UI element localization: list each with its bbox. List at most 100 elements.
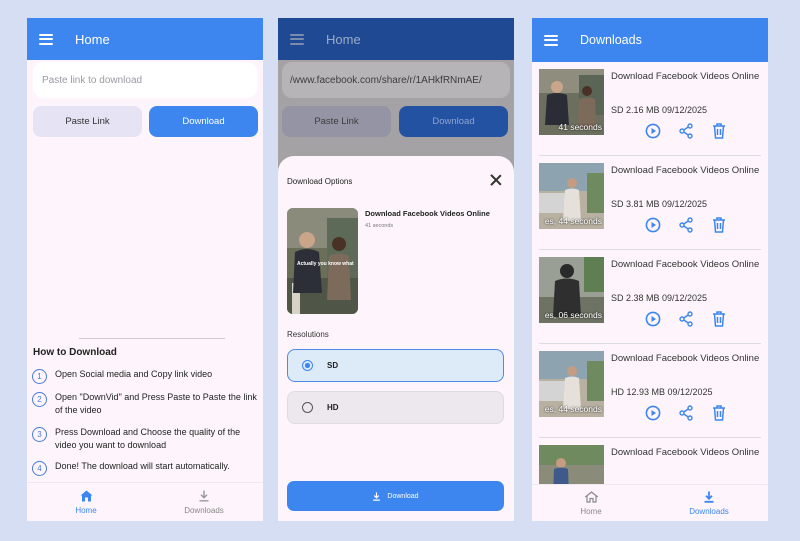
delete-icon[interactable] <box>709 309 729 329</box>
item-actions <box>643 309 742 329</box>
item-meta: SD 2.38 MB 09/12/2025 <box>611 293 708 303</box>
resolution-option-sd[interactable]: SD <box>287 349 504 382</box>
item-meta: HD 12.93 MB 09/12/2025 <box>611 387 713 397</box>
bottom-nav: Home Downloads <box>532 484 768 521</box>
app-bar: Home <box>27 18 263 60</box>
video-duration: 41 seconds <box>365 223 394 229</box>
video-thumbnail-image: Actually you know what <box>287 208 358 314</box>
video-duration: 41 seconds <box>558 122 602 132</box>
item-title: Download Facebook Videos Online <box>611 71 760 82</box>
video-thumbnail: Actually you know what <box>287 208 358 314</box>
divider <box>79 338 225 339</box>
play-icon[interactable] <box>643 121 663 141</box>
paste-link-button[interactable]: Paste Link <box>33 106 142 137</box>
howto-step: 2 Open "DownVid" and Press Paste to Past… <box>32 391 260 416</box>
howto-title: How to Download <box>33 347 117 358</box>
download-button[interactable]: Download <box>399 106 508 137</box>
menu-icon[interactable] <box>544 34 558 46</box>
download-icon <box>199 490 209 501</box>
download-options-sheet: Download Options Actually you know what … <box>278 156 514 521</box>
nav-downloads[interactable]: Downloads <box>650 485 768 521</box>
item-title: Download Facebook Videos Online <box>611 259 760 270</box>
home-icon <box>80 490 92 501</box>
video-duration: es, 44 seconds <box>544 216 602 226</box>
item-title: Download Facebook Videos Online <box>611 165 760 176</box>
item-meta: SD 2.16 MB 09/12/2025 <box>611 105 708 115</box>
item-actions <box>643 121 742 141</box>
nav-downloads-label: Downloads <box>689 506 729 516</box>
step-number: 3 <box>32 427 47 442</box>
share-icon[interactable] <box>676 121 696 141</box>
bottom-nav: Home Downloads <box>27 482 263 521</box>
sheet-download-button[interactable]: Download <box>287 481 504 511</box>
play-icon[interactable] <box>643 403 663 423</box>
howto-step: 3 Press Download and Choose the quality … <box>32 426 260 451</box>
resolution-label: SD <box>327 361 339 370</box>
nav-downloads[interactable]: Downloads <box>145 483 263 521</box>
share-icon[interactable] <box>676 215 696 235</box>
howto-step: 1 Open Social media and Copy link video <box>32 368 260 384</box>
app-bar: Downloads <box>532 18 768 62</box>
step-number: 2 <box>32 392 47 407</box>
radio-icon[interactable] <box>302 402 313 413</box>
radio-selected-icon[interactable] <box>302 360 313 371</box>
video-thumbnail[interactable]: es, 06 seconds <box>539 257 604 323</box>
downloads-screen: Downloads 41 seconds Download Facebook V… <box>532 18 768 521</box>
resolution-option-hd[interactable]: HD <box>287 391 504 424</box>
download-item: es, 44 seconds Download Facebook Videos … <box>532 344 768 438</box>
video-thumbnail[interactable]: es, 44 seconds <box>539 163 604 229</box>
download-icon <box>704 491 714 503</box>
download-options-screen: Home /www.facebook.com/share/r/1AHkfRNmA… <box>278 18 514 521</box>
menu-icon[interactable] <box>39 33 53 45</box>
step-text: Open Social media and Copy link video <box>55 369 213 379</box>
item-title: Download Facebook Videos Online <box>611 353 760 364</box>
sheet-title: Download Options <box>287 177 353 186</box>
download-item: 41 seconds Download Facebook Videos Onli… <box>532 62 768 156</box>
link-input[interactable] <box>33 62 257 98</box>
item-meta: SD 3.81 MB 09/12/2025 <box>611 199 708 209</box>
nav-downloads-label: Downloads <box>184 505 224 515</box>
video-title: Download Facebook Videos Online <box>365 209 490 218</box>
delete-icon[interactable] <box>709 403 729 423</box>
close-icon[interactable] <box>490 174 502 186</box>
item-title: Download Facebook Videos Online <box>611 447 760 458</box>
step-number: 1 <box>32 369 47 384</box>
video-duration: es, 44 seconds <box>544 404 602 414</box>
nav-home-label: Home <box>75 505 97 515</box>
step-text: Press Download and Choose the quality of… <box>55 427 241 450</box>
nav-home-label: Home <box>580 506 602 516</box>
delete-icon[interactable] <box>709 215 729 235</box>
resolution-label: HD <box>327 403 339 412</box>
step-number: 4 <box>32 461 47 476</box>
link-input[interactable]: /www.facebook.com/share/r/1AHkfRNmAE/ <box>282 62 510 98</box>
download-button[interactable]: Download <box>149 106 258 137</box>
svg-text:Actually you know what: Actually you know what <box>297 261 354 267</box>
download-item: es, 44 seconds Download Facebook Videos … <box>532 156 768 250</box>
video-duration: es, 06 seconds <box>544 310 602 320</box>
share-icon[interactable] <box>676 309 696 329</box>
download-item: es, 06 seconds Download Facebook Videos … <box>532 250 768 344</box>
sheet-download-label: Download <box>387 492 419 500</box>
app-bar-title: Downloads <box>580 33 642 47</box>
menu-icon[interactable] <box>290 33 304 45</box>
play-icon[interactable] <box>643 309 663 329</box>
item-actions <box>643 215 742 235</box>
video-thumbnail[interactable]: 41 seconds <box>539 69 604 135</box>
home-icon <box>584 490 598 503</box>
video-thumbnail[interactable]: es, 44 seconds <box>539 351 604 417</box>
nav-home[interactable]: Home <box>532 485 650 521</box>
item-actions <box>643 403 742 423</box>
nav-home[interactable]: Home <box>27 483 145 521</box>
resolutions-label: Resolutions <box>287 330 329 339</box>
app-bar: Home <box>278 18 514 60</box>
download-icon <box>373 491 381 501</box>
app-bar-title: Home <box>75 31 110 47</box>
delete-icon[interactable] <box>709 121 729 141</box>
step-text: Open "DownVid" and Press Paste to Paste … <box>55 392 257 415</box>
paste-link-button[interactable]: Paste Link <box>282 106 391 137</box>
step-text: Done! The download will start automatica… <box>55 461 230 471</box>
app-bar-title: Home <box>326 31 361 47</box>
howto-step: 4 Done! The download will start automati… <box>32 460 260 476</box>
share-icon[interactable] <box>676 403 696 423</box>
play-icon[interactable] <box>643 215 663 235</box>
